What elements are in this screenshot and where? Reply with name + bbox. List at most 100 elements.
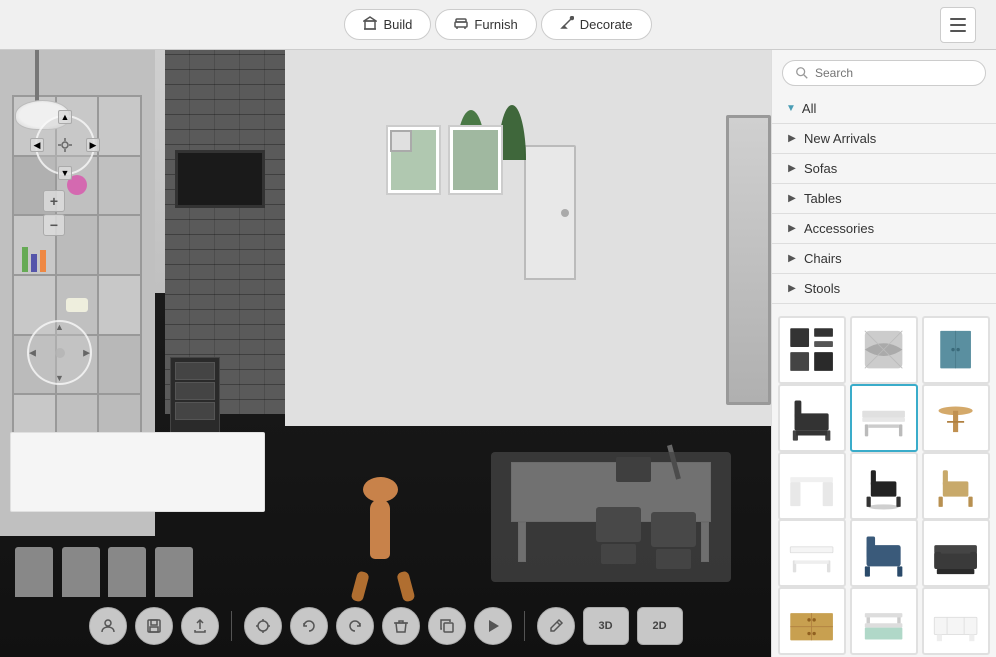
category-chairs[interactable]: ▶ Chairs	[772, 246, 996, 271]
divider-1	[772, 153, 996, 154]
separator-1	[231, 611, 232, 641]
tables-label: Tables	[804, 191, 842, 206]
top-toolbar: Build Furnish Decorate	[0, 0, 996, 50]
grid-item-side-table-2[interactable]	[850, 587, 918, 655]
grid-item-chair-blue[interactable]	[850, 519, 918, 587]
dining-table	[10, 432, 265, 512]
decorate-button[interactable]: Decorate	[541, 9, 652, 40]
mirror-frame	[726, 115, 771, 405]
grid-item-dark-chair[interactable]	[778, 384, 846, 452]
divider-6	[772, 303, 996, 304]
grid-item-coffee-table[interactable]	[850, 384, 918, 452]
main-layout: ▲ ▼ ◀ ▶ + − ▲ ▼ ◀ ▶	[0, 50, 996, 657]
grid-item-sofa-dark[interactable]	[922, 519, 990, 587]
tv-unit-icon	[930, 596, 981, 647]
grid-item-chair-wood[interactable]	[922, 452, 990, 520]
category-new-arrivals[interactable]: ▶ New Arrivals	[772, 126, 996, 151]
chair-wood-icon	[930, 460, 981, 511]
rotate-arrow-bottom: ▼	[55, 373, 64, 383]
upload-button[interactable]	[181, 607, 219, 645]
nav-left-button[interactable]: ◀	[30, 138, 44, 152]
grid-item-tv-unit[interactable]	[922, 587, 990, 655]
view-3d-button[interactable]: 3D	[583, 607, 629, 645]
coffee-table-white-icon	[786, 528, 837, 579]
menu-button[interactable]	[940, 7, 976, 43]
delete-button[interactable]	[382, 607, 420, 645]
view-2d-label: 2D	[652, 620, 666, 632]
upload-icon	[192, 618, 208, 634]
view-2d-button[interactable]: 2D	[637, 607, 683, 645]
build-label: Build	[383, 17, 412, 32]
all-label: All	[802, 101, 816, 116]
edit-button[interactable]	[537, 607, 575, 645]
category-tables[interactable]: ▶ Tables	[772, 186, 996, 211]
build-button[interactable]: Build	[344, 9, 431, 40]
grid-item-desk-white[interactable]	[778, 452, 846, 520]
toolbar-center: Build Furnish Decorate	[344, 9, 651, 40]
monkey-legs	[358, 572, 408, 582]
rotate-control[interactable]: ▲ ▼ ◀ ▶	[27, 320, 92, 385]
sofas-label: Sofas	[804, 161, 837, 176]
accessories-label: Accessories	[804, 221, 874, 236]
cushion-icon	[858, 324, 909, 375]
nav-down-button[interactable]: ▼	[58, 166, 72, 180]
nav-up-button[interactable]: ▲	[58, 110, 72, 124]
door	[524, 145, 576, 280]
category-stools[interactable]: ▶ Stools	[772, 276, 996, 301]
dark-chair-icon	[786, 392, 837, 443]
monkey-body	[370, 499, 390, 559]
save-button[interactable]	[135, 607, 173, 645]
hamburger-icon	[950, 18, 966, 20]
category-accessories[interactable]: ▶ Accessories	[772, 216, 996, 241]
divider-3	[772, 213, 996, 214]
category-tree: ▼ All ▶ New Arrivals ▶ Sofas ▶ Tables ▶ …	[772, 92, 996, 310]
rug	[491, 452, 731, 582]
delete-icon	[393, 618, 409, 634]
sofas-arrow: ▶	[786, 163, 798, 175]
build-icon	[363, 16, 377, 33]
grid-item-storage-wood[interactable]	[778, 587, 846, 655]
frame-2	[448, 125, 503, 195]
object-select-button[interactable]	[244, 607, 282, 645]
item-grid	[772, 310, 996, 657]
select-icon	[255, 618, 271, 634]
edit-icon	[548, 618, 564, 634]
desk-white-icon	[786, 460, 837, 511]
sofa-dark-icon	[930, 528, 981, 579]
zoom-in-button[interactable]: +	[43, 190, 65, 212]
zoom-out-button[interactable]: −	[43, 214, 65, 236]
nav-controls: ▲ ▼ ◀ ▶	[30, 110, 100, 180]
grid-item-coffee-table-white[interactable]	[778, 519, 846, 587]
play-button[interactable]	[474, 607, 512, 645]
compass-icon	[57, 137, 73, 153]
grid-item-black-chair[interactable]	[850, 452, 918, 520]
copy-button[interactable]	[428, 607, 466, 645]
grid-item-cushion[interactable]	[850, 316, 918, 384]
stools-arrow: ▶	[786, 283, 798, 295]
grid-item-cabinet[interactable]	[922, 316, 990, 384]
search-wrapper	[782, 60, 986, 86]
save-icon	[146, 618, 162, 634]
zoom-controls: + −	[43, 190, 65, 236]
divider-0	[772, 123, 996, 124]
rotate-right-button[interactable]	[336, 607, 374, 645]
monkey-head	[363, 477, 398, 502]
viewport[interactable]: ▲ ▼ ◀ ▶ + − ▲ ▼ ◀ ▶	[0, 50, 771, 657]
category-all[interactable]: ▼ All	[772, 96, 996, 121]
decorate-label: Decorate	[580, 17, 633, 32]
search-bar	[772, 50, 996, 92]
category-sofas[interactable]: ▶ Sofas	[772, 156, 996, 181]
search-input[interactable]	[815, 66, 973, 80]
grid-item-side-table-wood[interactable]	[922, 384, 990, 452]
rotate-left-button[interactable]	[290, 607, 328, 645]
side-table-wood-icon	[930, 392, 981, 443]
wall-art-icon	[786, 324, 837, 375]
nav-right-button[interactable]: ▶	[86, 138, 100, 152]
room-scene	[0, 50, 771, 657]
grid-item-wall-art[interactable]	[778, 316, 846, 384]
hamburger-icon-2	[950, 24, 966, 26]
stool-2	[62, 547, 100, 597]
divider-4	[772, 243, 996, 244]
profile-button[interactable]	[89, 607, 127, 645]
furnish-button[interactable]: Furnish	[435, 9, 536, 40]
